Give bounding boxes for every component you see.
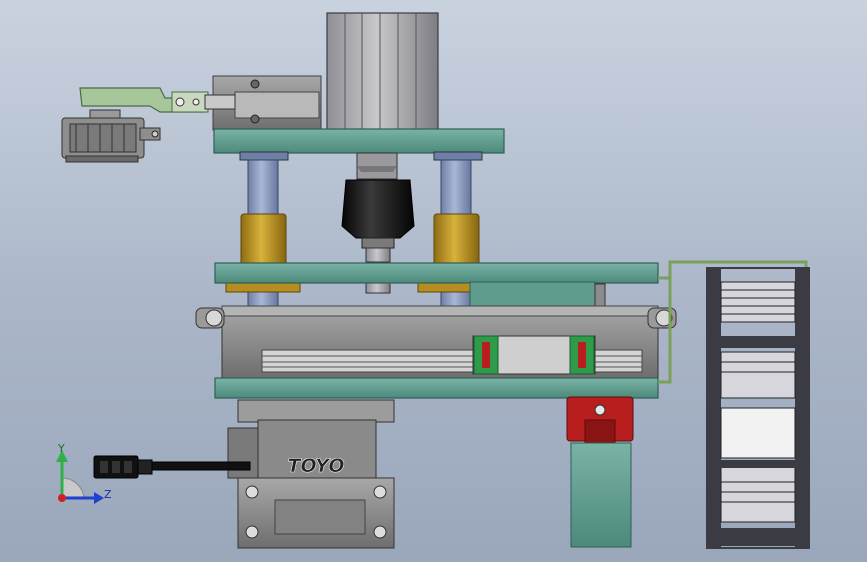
cable-chain xyxy=(706,267,810,549)
triad-y-label: Y xyxy=(57,442,65,455)
top-cylinder xyxy=(326,12,439,132)
triad-z-label: Z xyxy=(104,488,112,501)
bottom-plate xyxy=(214,377,659,399)
top-plate xyxy=(213,128,505,154)
triad-arc xyxy=(61,477,85,499)
rail-block-red xyxy=(566,396,634,445)
brand-label: TOYO xyxy=(288,455,345,477)
assembly-drawing: TOYO Y Z xyxy=(56,12,810,549)
cable-wire-lower xyxy=(658,278,672,384)
cable-connector xyxy=(93,455,251,479)
cable-wire xyxy=(658,260,808,280)
middle-plate xyxy=(214,262,659,284)
support-post xyxy=(570,442,632,548)
linear-slide xyxy=(195,305,677,379)
cad-viewport[interactable]: TOYO Y Z xyxy=(0,0,867,562)
triad-origin xyxy=(58,494,66,502)
rotary-actuator xyxy=(61,109,161,163)
